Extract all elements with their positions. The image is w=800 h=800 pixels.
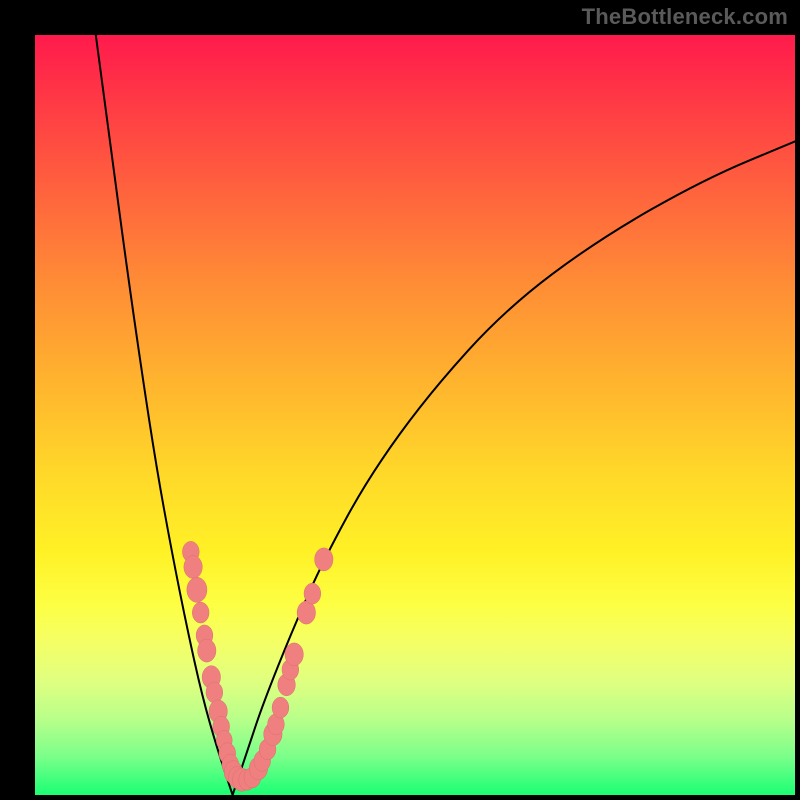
data-marker	[272, 697, 289, 718]
chart-frame: TheBottleneck.com	[0, 0, 800, 800]
curve-right-branch	[233, 141, 795, 795]
data-marker	[315, 548, 333, 571]
plot-area	[35, 35, 795, 795]
data-marker	[198, 639, 216, 662]
data-marker	[184, 556, 202, 579]
data-marker	[304, 583, 321, 604]
data-marker	[187, 577, 207, 602]
watermark-text: TheBottleneck.com	[582, 4, 788, 30]
data-marker	[285, 643, 303, 666]
data-marker	[206, 682, 223, 703]
curve-layer	[96, 35, 795, 795]
chart-svg	[35, 35, 795, 795]
data-marker	[297, 601, 315, 624]
marker-layer	[182, 541, 333, 791]
data-marker	[192, 602, 209, 623]
